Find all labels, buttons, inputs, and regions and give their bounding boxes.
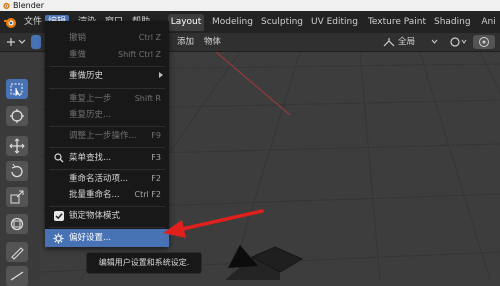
annotation-arrow: [163, 209, 264, 238]
